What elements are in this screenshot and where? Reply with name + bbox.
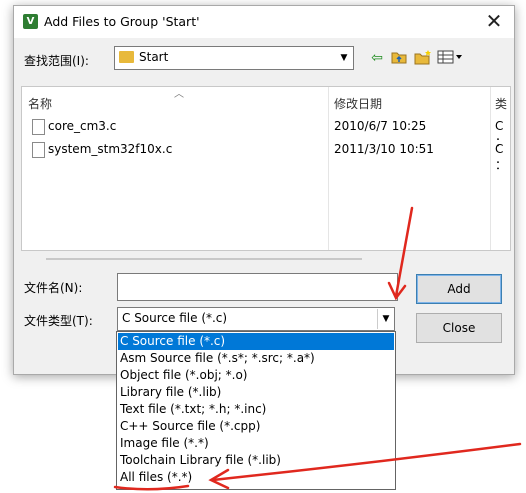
arrow-to-filename-annotation: [394, 206, 414, 298]
arrow-to-all-files-annotation: [211, 442, 522, 482]
annotation-overlay: [113, 206, 522, 491]
underline-annotation: [113, 484, 190, 491]
